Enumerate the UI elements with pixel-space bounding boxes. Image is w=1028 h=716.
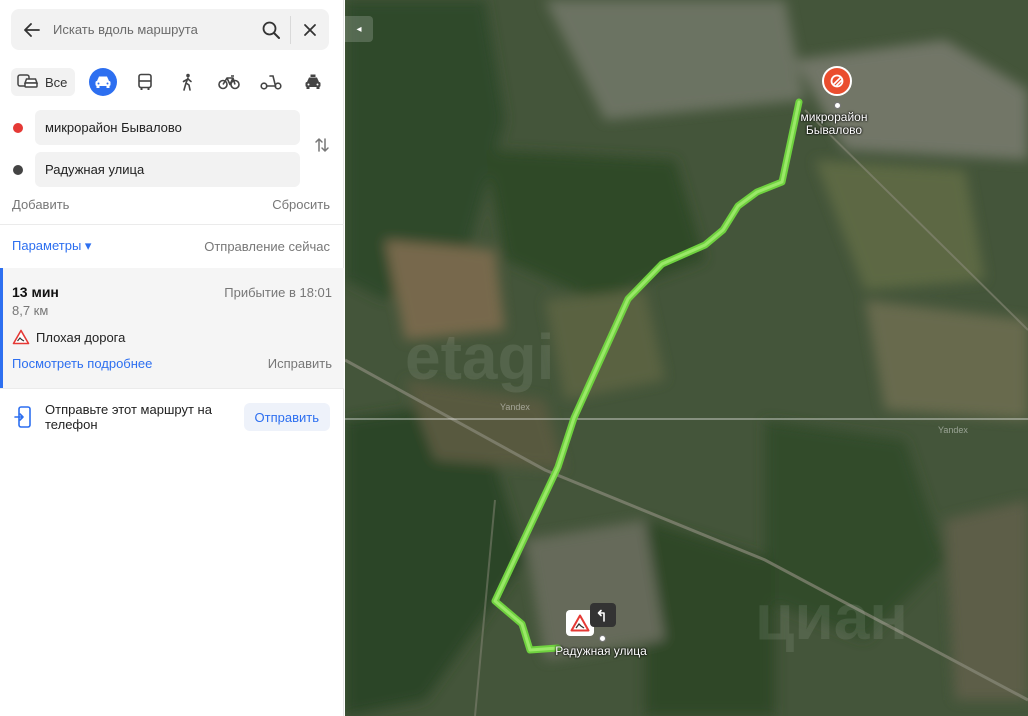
mode-all-label: Все xyxy=(45,74,68,90)
end-dot-icon xyxy=(13,164,23,175)
send-to-phone: Отправьте этот маршрут на телефон Отправ… xyxy=(12,400,330,434)
mode-pedestrian-button[interactable] xyxy=(173,68,201,96)
add-point-link[interactable]: Добавить xyxy=(12,197,69,212)
route-point-to: Радужная улица xyxy=(11,152,331,187)
route-point-from: микрорайон Бывалово xyxy=(11,110,331,145)
map-view[interactable]: etagi циан Yandex Yandex ◂ микрорайон Бы… xyxy=(345,0,1028,716)
fix-link[interactable]: Исправить xyxy=(268,356,332,371)
route-warning-row: Плохая дорога xyxy=(12,329,332,345)
warning-triangle-icon xyxy=(570,614,590,632)
scooter-icon xyxy=(260,75,283,90)
route-summary: 13 мин Прибытие в 18:01 xyxy=(12,284,332,300)
bus-icon xyxy=(138,73,153,90)
mode-all-button[interactable]: Все xyxy=(11,68,76,96)
pedestrian-icon xyxy=(183,73,193,91)
taxi-icon xyxy=(305,74,321,89)
route-panel: Все микрорайон Бывалово Радужная улица Д xyxy=(0,0,344,716)
mode-scooter-button[interactable] xyxy=(257,68,285,96)
departure-time-select[interactable]: Отправление сейчас xyxy=(204,239,330,254)
turn-left-icon xyxy=(597,609,605,622)
map-copyright: Yandex xyxy=(938,425,968,435)
arrival-time: Прибытие в 18:01 xyxy=(224,284,332,300)
bicycle-icon xyxy=(218,75,241,90)
watermark-cian: циан xyxy=(755,581,908,653)
map-start-label: микрорайон Бывалово xyxy=(800,110,868,137)
search-icon[interactable] xyxy=(252,9,290,50)
route-warning: Плохая дорога xyxy=(12,329,125,345)
close-icon[interactable] xyxy=(291,9,329,50)
warning-text: Плохая дорога xyxy=(36,329,126,345)
map-copyright: Yandex xyxy=(500,402,530,412)
transport-modes: Все xyxy=(11,68,331,96)
mode-car-button[interactable] xyxy=(89,68,118,96)
back-icon[interactable] xyxy=(11,9,53,50)
mode-bus-button[interactable] xyxy=(131,68,159,96)
mode-taxi-button[interactable] xyxy=(299,68,327,96)
collapse-panel-button[interactable]: ◂ xyxy=(345,16,373,42)
options-row: Параметры ▾ Отправление сейчас xyxy=(12,238,330,254)
parameters-dropdown[interactable]: Параметры ▾ xyxy=(12,238,91,254)
phone-icon xyxy=(12,402,34,432)
watermark-etagi: etagi xyxy=(405,321,555,393)
search-bar xyxy=(11,9,329,50)
reset-link[interactable]: Сбросить xyxy=(272,197,330,212)
route-duration: 13 мин xyxy=(12,284,59,300)
map-end-label: Радужная улица xyxy=(555,644,647,658)
from-field[interactable]: микрорайон Бывалово xyxy=(35,110,300,145)
points-actions: Добавить Сбросить xyxy=(12,197,330,212)
route-card-actions: Посмотреть подробнее Исправить xyxy=(12,356,332,371)
route-distance: 8,7 км xyxy=(12,303,49,318)
turn-marker[interactable] xyxy=(590,603,616,627)
start-pin-icon[interactable] xyxy=(822,66,852,96)
to-field[interactable]: Радужная улица xyxy=(35,152,300,187)
start-pin-dot xyxy=(834,102,841,109)
mode-bicycle-button[interactable] xyxy=(215,68,243,96)
divider xyxy=(0,388,344,389)
route-distance-row: 8,7 км xyxy=(12,303,332,318)
end-pin-dot xyxy=(599,635,606,642)
search-input[interactable] xyxy=(53,9,252,50)
warning-triangle-icon xyxy=(12,329,30,345)
divider xyxy=(0,224,344,225)
send-button[interactable]: Отправить xyxy=(243,403,330,431)
route-option-card[interactable]: 13 мин Прибытие в 18:01 8,7 км Плохая до… xyxy=(0,268,344,388)
send-text: Отправьте этот маршрут на телефон xyxy=(45,402,212,432)
swap-points-icon[interactable] xyxy=(311,134,333,156)
car-and-bus-icon xyxy=(17,74,39,88)
details-link[interactable]: Посмотреть подробнее xyxy=(12,356,152,371)
start-dot-icon xyxy=(13,122,23,133)
car-icon xyxy=(95,76,111,88)
